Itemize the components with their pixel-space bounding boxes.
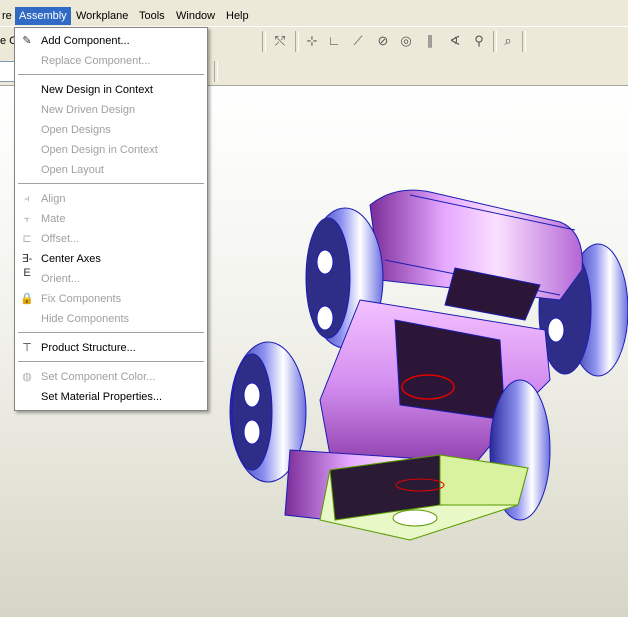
menu-separator: [18, 332, 204, 334]
offset-icon: ⊏: [22, 233, 32, 245]
menu-separator: [18, 361, 204, 363]
axes-icon[interactable]: ⤲: [270, 31, 290, 51]
menu-item-open-designs[interactable]: Open Designs: [15, 120, 207, 140]
concentric-icon[interactable]: ◎: [396, 31, 416, 51]
menu-item-hide-components[interactable]: Hide Components: [15, 309, 207, 329]
perpendicular-icon[interactable]: ∟: [324, 31, 344, 51]
menu-item-open-design-in-context[interactable]: Open Design in Context: [15, 140, 207, 160]
assembly-menu: ✎ Add Component... Replace Component... …: [14, 27, 208, 411]
menu-item-set-material-properties[interactable]: Set Material Properties...: [15, 387, 207, 407]
menu-workplane[interactable]: Workplane: [72, 7, 132, 25]
menu-item-mate[interactable]: ⫟ Mate: [15, 209, 207, 229]
toolbar-separator: [295, 31, 299, 52]
menu-item-new-design-in-context[interactable]: New Design in Context: [15, 80, 207, 100]
zoom-icon[interactable]: ⌕: [498, 31, 518, 51]
menu-window[interactable]: Window: [172, 7, 219, 25]
menu-item-open-layout[interactable]: Open Layout: [15, 160, 207, 180]
line-icon[interactable]: ⟋: [348, 31, 368, 51]
selected-block: [319, 454, 529, 541]
menu-separator: [18, 74, 204, 76]
menu-item-new-driven-design[interactable]: New Driven Design: [15, 100, 207, 120]
toolbar-separator: [493, 31, 497, 52]
menu-tools[interactable]: Tools: [135, 7, 169, 25]
menu-help[interactable]: Help: [222, 7, 253, 25]
toolbar-separator: [522, 31, 526, 52]
menu-item-offset[interactable]: ⊏ Offset...: [15, 229, 207, 249]
menu-item-center-axes[interactable]: ∃-E Center Axes: [15, 249, 207, 279]
menu-item-add-component[interactable]: ✎ Add Component...: [15, 31, 207, 51]
align-icon: ⫞: [24, 193, 30, 205]
menu-item-orient[interactable]: Orient...: [15, 269, 207, 289]
tangent-icon[interactable]: ⊘: [373, 31, 393, 51]
component-color-icon: ◍: [22, 371, 32, 383]
menu-item-replace-component[interactable]: Replace Component...: [15, 51, 207, 71]
toolbar-separator: [214, 61, 218, 82]
menu-separator: [18, 183, 204, 185]
menu-assembly[interactable]: Assembly: [15, 7, 71, 25]
point-constraint-icon[interactable]: ⊹: [302, 31, 322, 51]
mate-icon: ⫟: [23, 213, 31, 225]
fix-icon[interactable]: ⚲: [469, 31, 489, 51]
toolbar-separator: [262, 31, 266, 52]
parallel-icon[interactable]: ∥: [420, 31, 440, 51]
menu-item-product-structure[interactable]: ⊤ Product Structure...: [15, 338, 207, 358]
product-structure-icon: ⊤: [22, 342, 32, 354]
center-axes-icon: ∃-E: [21, 253, 33, 279]
menu-file-partial[interactable]: re: [0, 7, 16, 25]
menu-item-fix-components[interactable]: 🔒 Fix Components: [15, 289, 207, 309]
menu-item-align[interactable]: ⫞ Align: [15, 189, 207, 209]
angle-icon[interactable]: ∢: [445, 31, 465, 51]
add-component-icon: ✎: [22, 35, 32, 47]
fix-components-icon: 🔒: [20, 293, 34, 305]
menu-item-set-component-color[interactable]: ◍ Set Component Color...: [15, 367, 207, 387]
menubar: re Assembly Workplane Tools Window Help: [0, 0, 628, 27]
